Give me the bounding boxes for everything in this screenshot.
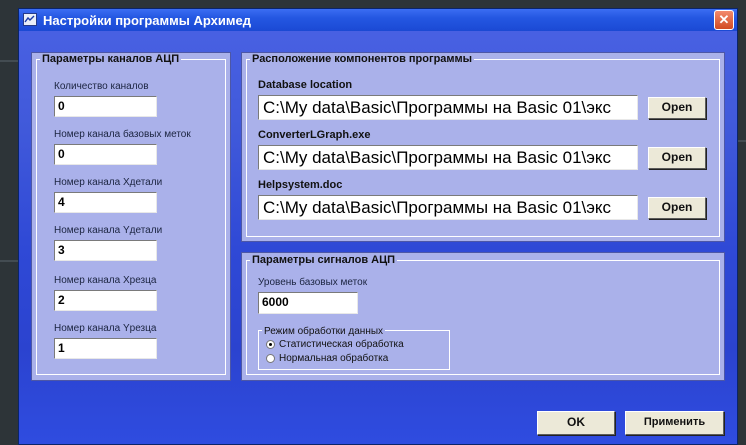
title-bar[interactable]: Настройки программы Архимед ✕ <box>19 9 737 31</box>
base-marks-channel-label: Номер канала базовых меток <box>54 129 191 140</box>
ok-button[interactable]: OK <box>537 411 615 435</box>
processing-mode-group: Режим обработки данных Статистическая об… <box>258 325 450 370</box>
channel-count-label: Количество каналов <box>54 81 149 92</box>
components-title: Расположение компонентов программы <box>250 53 475 66</box>
base-marks-level-input[interactable]: 6000 <box>258 292 358 314</box>
helpsystem-label: Helpsystem.doc <box>258 179 343 191</box>
converter-path-input[interactable]: C:\My data\Basic\Программы на Basic 01\э… <box>258 145 638 170</box>
database-open-button[interactable]: Open <box>648 97 706 119</box>
close-button[interactable]: ✕ <box>714 10 734 30</box>
settings-dialog: Настройки программы Архимед ✕ Параметры … <box>18 8 738 445</box>
desktop-background-line <box>0 60 18 62</box>
statistical-processing-radio[interactable] <box>266 340 275 349</box>
close-icon: ✕ <box>718 12 730 27</box>
x-part-channel-input[interactable]: 4 <box>54 192 157 213</box>
x-cutter-channel-label: Номер канала Xрезца <box>54 275 157 286</box>
adc-signals-panel: Параметры сигналов АЦП Уровень базовых м… <box>241 252 725 381</box>
window-title: Настройки программы Архимед <box>43 13 251 28</box>
desktop-background-line <box>0 260 18 262</box>
y-cutter-channel-input[interactable]: 1 <box>54 338 157 359</box>
x-cutter-channel-input[interactable]: 2 <box>54 290 157 311</box>
components-panel: Расположение компонентов программы Datab… <box>241 52 725 242</box>
statistical-processing-label: Статистическая обработка <box>279 339 404 350</box>
database-location-input[interactable]: C:\My data\Basic\Программы на Basic 01\э… <box>258 95 638 120</box>
adc-signals-title: Параметры сигналов АЦП <box>250 254 398 267</box>
converter-open-button[interactable]: Open <box>648 147 706 169</box>
processing-mode-title: Режим обработки данных <box>262 325 386 338</box>
y-part-channel-input[interactable]: 3 <box>54 240 157 261</box>
x-part-channel-label: Номер канала Xдетали <box>54 177 163 188</box>
base-marks-channel-input[interactable]: 0 <box>54 144 157 165</box>
apply-button[interactable]: Применить <box>625 411 724 435</box>
converter-label: ConverterLGraph.exe <box>258 129 371 141</box>
y-cutter-channel-label: Номер канала Yрезца <box>54 323 157 334</box>
desktop-background-line <box>738 140 746 142</box>
normal-processing-radio[interactable] <box>266 354 275 363</box>
y-part-channel-label: Номер канала Yдетали <box>54 225 163 236</box>
normal-processing-label: Нормальная обработка <box>279 353 389 364</box>
adc-channels-panel: Параметры каналов АЦП Количество каналов… <box>31 52 231 381</box>
helpsystem-path-input[interactable]: C:\My data\Basic\Программы на Basic 01\э… <box>258 195 638 220</box>
helpsystem-open-button[interactable]: Open <box>648 197 706 219</box>
adc-channels-title: Параметры каналов АЦП <box>40 53 182 66</box>
app-window-icon <box>23 13 37 26</box>
database-location-label: Database location <box>258 79 353 91</box>
channel-count-input[interactable]: 0 <box>54 96 157 117</box>
base-marks-level-label: Уровень базовых меток <box>258 277 368 288</box>
